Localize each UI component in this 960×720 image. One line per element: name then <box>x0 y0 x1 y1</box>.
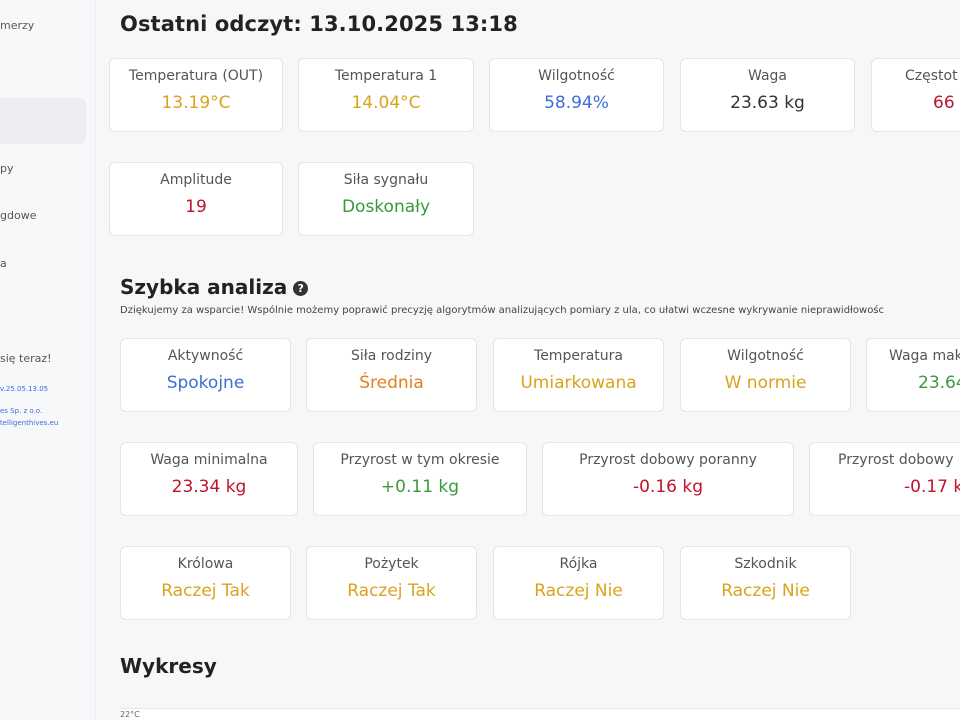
sidebar-item-label[interactable]: py <box>0 162 14 175</box>
analysis-label: Pożytek <box>364 556 419 572</box>
reading-card-signal: Siła sygnału Doskonały <box>298 162 474 236</box>
reading-card-frequency: Częstot 66 <box>871 58 960 132</box>
analysis-card-colony-strength: Siła rodziny Średnia <box>306 338 477 412</box>
reading-label: Waga <box>748 68 787 84</box>
chart-axis-tick-label: 22°C <box>120 710 140 719</box>
analysis-value: 23.34 kg <box>171 477 247 497</box>
analysis-value: Spokojne <box>166 373 245 393</box>
sidebar-item-label[interactable]: gdowe <box>0 209 36 222</box>
analysis-value: -0.17 k <box>904 477 960 497</box>
analysis-value: -0.16 kg <box>632 477 704 497</box>
reading-value: 58.94% <box>544 93 609 113</box>
company-site-link[interactable]: telligenthives.eu <box>0 419 58 427</box>
reading-value: 14.04°C <box>351 93 421 113</box>
reading-label: Amplitude <box>160 172 232 188</box>
analysis-card-swarming: Rójka Raczej Nie <box>493 546 664 620</box>
analysis-label: Przyrost dobowy poranny <box>579 452 757 468</box>
analysis-card-forage: Pożytek Raczej Tak <box>306 546 477 620</box>
reading-label: Siła sygnału <box>343 172 429 188</box>
sidebar-item-label[interactable]: a <box>0 257 7 270</box>
analysis-card-max-weight: Waga mak 23.64 <box>866 338 960 412</box>
section-title-text: Szybka analiza <box>120 275 288 299</box>
analysis-card-queen: Królowa Raczej Tak <box>120 546 291 620</box>
reading-label: Temperatura 1 <box>334 68 438 84</box>
analysis-label: Wilgotność <box>727 348 804 364</box>
sidebar-item-active[interactable] <box>0 98 86 144</box>
analysis-label: Temperatura <box>534 348 623 364</box>
sidebar: merzy py gdowe a się teraz! v.25.05.13.0… <box>0 0 96 720</box>
reading-card-humidity: Wilgotność 58.94% <box>489 58 664 132</box>
sidebar-promo-text[interactable]: się teraz! <box>0 352 52 365</box>
reading-value: 13.19°C <box>161 93 231 113</box>
reading-value: Doskonały <box>341 197 431 217</box>
analysis-card-activity: Aktywność Spokojne <box>120 338 291 412</box>
company-name: es Sp. z o.o. <box>0 407 43 415</box>
analysis-value: Raczej Tak <box>347 581 436 601</box>
reading-label: Częstot <box>905 68 958 84</box>
analysis-label: Siła rodziny <box>350 348 433 364</box>
analysis-value: Umiarkowana <box>520 373 637 393</box>
sidebar-item-label[interactable]: merzy <box>0 19 34 32</box>
analysis-label: Rójka <box>559 556 598 572</box>
analysis-card-min-weight: Waga minimalna 23.34 kg <box>120 442 298 516</box>
analysis-card-temperature: Temperatura Umiarkowana <box>493 338 664 412</box>
section-title-charts: Wykresy <box>120 654 217 678</box>
analysis-card-pest: Szkodnik Raczej Nie <box>680 546 851 620</box>
reading-label: Temperatura (OUT) <box>128 68 264 84</box>
analysis-label: Przyrost w tym okresie <box>340 452 500 468</box>
analysis-value: Raczej Tak <box>161 581 250 601</box>
reading-value: 23.63 kg <box>730 93 805 113</box>
analysis-card-daily-gain: Przyrost dobowy -0.17 k <box>809 442 960 516</box>
analysis-card-humidity: Wilgotność W normie <box>680 338 851 412</box>
reading-card-temp-out: Temperatura (OUT) 13.19°C <box>109 58 283 132</box>
reading-value: 66 <box>933 93 955 113</box>
analysis-value: Raczej Nie <box>534 581 623 601</box>
analysis-label: Aktywność <box>167 348 244 364</box>
section-title-analysis: Szybka analiza? <box>120 275 309 299</box>
main-content: Ostatni odczyt: 13.10.2025 13:18 Tempera… <box>96 0 960 720</box>
analysis-label: Waga minimalna <box>150 452 268 468</box>
analysis-value: 23.64 <box>918 373 960 393</box>
reading-card-weight: Waga 23.63 kg <box>680 58 855 132</box>
analysis-note: Dziękujemy za wsparcie! Wspólnie możemy … <box>120 305 885 316</box>
analysis-value: Średnia <box>359 373 424 393</box>
question-circle-icon[interactable]: ? <box>293 281 309 296</box>
analysis-label: Waga mak <box>889 348 960 364</box>
analysis-card-period-gain: Przyrost w tym okresie +0.11 kg <box>313 442 527 516</box>
analysis-label: Królowa <box>177 556 234 572</box>
analysis-label: Szkodnik <box>734 556 797 572</box>
analysis-value: W normie <box>724 373 807 393</box>
reading-card-amplitude: Amplitude 19 <box>109 162 283 236</box>
analysis-card-morning-gain: Przyrost dobowy poranny -0.16 kg <box>542 442 794 516</box>
reading-card-temp-1: Temperatura 1 14.04°C <box>298 58 474 132</box>
reading-value: 19 <box>185 197 207 217</box>
analysis-value: Raczej Nie <box>721 581 810 601</box>
chart-area[interactable]: 22°C <box>120 708 960 720</box>
analysis-value: +0.11 kg <box>380 477 460 497</box>
reading-label: Wilgotność <box>538 68 615 84</box>
analysis-label: Przyrost dobowy <box>838 452 954 468</box>
page-title: Ostatni odczyt: 13.10.2025 13:18 <box>120 12 518 36</box>
app-version: v.25.05.13.05 <box>0 385 49 393</box>
